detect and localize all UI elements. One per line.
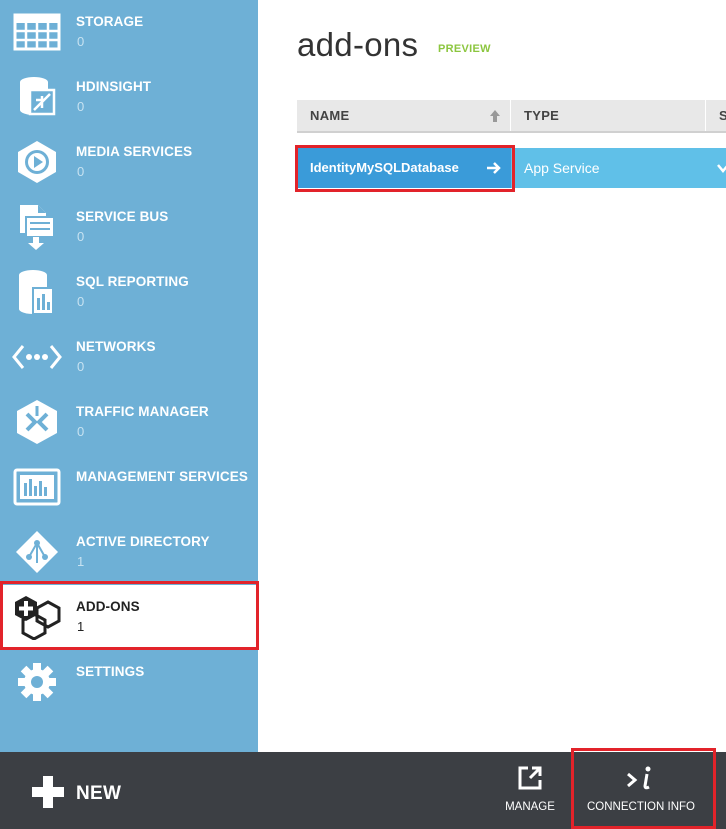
networks-icon [8, 328, 66, 386]
sidebar-item-settings[interactable]: SETTINGS [0, 650, 258, 715]
sidebar-item-count: 1 [77, 554, 85, 569]
sidebar-item-label: TRAFFIC MANAGER [76, 404, 209, 419]
page-title: add-ons [297, 26, 419, 63]
sidebar-item-label: SETTINGS [76, 664, 145, 679]
portal-root: STORAGE 0 HDINSIGHT 0 MEDIA SERVICES 0 S… [0, 0, 726, 829]
external-link-icon [518, 766, 542, 790]
sidebar-item-count: 0 [77, 359, 85, 374]
connection-info-icon [627, 766, 651, 790]
sidebar-item-label: ACTIVE DIRECTORY [76, 534, 210, 549]
add-ons-icon [8, 588, 66, 646]
sidebar-item-management-services[interactable]: MANAGEMENT SERVICES [0, 455, 258, 520]
service-bus-icon [8, 198, 66, 256]
sidebar-item-label: MEDIA SERVICES [76, 144, 193, 159]
sidebar-item-label: MANAGEMENT SERVICES [76, 469, 248, 484]
table-header: NAME TYPE S [297, 100, 726, 133]
sidebar-item-label: ADD-ONS [76, 599, 140, 614]
sidebar-item-networks[interactable]: NETWORKS 0 [0, 325, 258, 390]
sidebar-item-count: 0 [77, 294, 85, 309]
chevron-down-icon[interactable] [717, 162, 726, 174]
command-bar: NEW MANAGE CONNECTION INFO [0, 752, 726, 829]
connection-info-label: CONNECTION INFO [587, 801, 695, 813]
sidebar-item-storage[interactable]: STORAGE 0 [0, 0, 258, 65]
hdinsight-icon [8, 68, 66, 126]
sort-ascending-icon[interactable] [489, 109, 501, 123]
new-button-label: NEW [76, 783, 122, 804]
sidebar-item-label: SERVICE BUS [76, 209, 169, 224]
traffic-manager-icon [8, 393, 66, 451]
sidebar-item-label: SQL REPORTING [76, 274, 189, 289]
addon-name[interactable]: IdentityMySQLDatabase [310, 160, 459, 175]
sidebar-item-add-ons[interactable]: ADD-ONS 1 [0, 585, 258, 650]
sidebar-item-service-bus[interactable]: SERVICE BUS 0 [0, 195, 258, 260]
sidebar-item-count: 0 [77, 34, 85, 49]
sidebar-item-sql-reporting[interactable]: SQL REPORTING 0 [0, 260, 258, 325]
active-directory-icon [8, 523, 66, 581]
sidebar-item-count: 0 [77, 99, 85, 114]
sidebar-item-traffic-manager[interactable]: TRAFFIC MANAGER 0 [0, 390, 258, 455]
sidebar-item-label: STORAGE [76, 14, 144, 29]
sidebar-item-count: 0 [77, 229, 85, 244]
new-button[interactable]: NEW [30, 772, 140, 812]
sql-reporting-icon [8, 263, 66, 321]
plus-icon [32, 776, 64, 808]
manage-button[interactable]: MANAGE [490, 752, 570, 829]
management-services-icon [8, 458, 66, 516]
sidebar: STORAGE 0 HDINSIGHT 0 MEDIA SERVICES 0 S… [0, 0, 258, 752]
settings-gear-icon [8, 653, 66, 711]
column-header-type[interactable]: TYPE [524, 100, 559, 131]
sidebar-item-count: 0 [77, 164, 85, 179]
column-separator [510, 100, 511, 131]
preview-badge: PREVIEW [438, 43, 491, 55]
table-row[interactable]: IdentityMySQLDatabase App Service [297, 148, 726, 188]
column-header-name[interactable]: NAME [310, 100, 349, 131]
arrow-right-icon[interactable] [486, 160, 502, 176]
addon-type: App Service [524, 160, 600, 176]
media-services-icon [8, 133, 66, 191]
column-header-status[interactable]: S [719, 100, 726, 131]
manage-label: MANAGE [505, 801, 555, 813]
column-separator [705, 100, 706, 131]
sidebar-item-active-directory[interactable]: ACTIVE DIRECTORY 1 [0, 520, 258, 585]
sidebar-item-hdinsight[interactable]: HDINSIGHT 0 [0, 65, 258, 130]
sidebar-item-count: 0 [77, 424, 85, 439]
sidebar-item-count: 1 [77, 619, 85, 634]
sidebar-item-label: NETWORKS [76, 339, 156, 354]
storage-table-icon [8, 3, 66, 61]
name-cell[interactable]: IdentityMySQLDatabase [297, 148, 511, 188]
sidebar-item-label: HDINSIGHT [76, 79, 152, 94]
sidebar-item-media-services[interactable]: MEDIA SERVICES 0 [0, 130, 258, 195]
connection-info-button[interactable]: CONNECTION INFO [578, 752, 704, 829]
